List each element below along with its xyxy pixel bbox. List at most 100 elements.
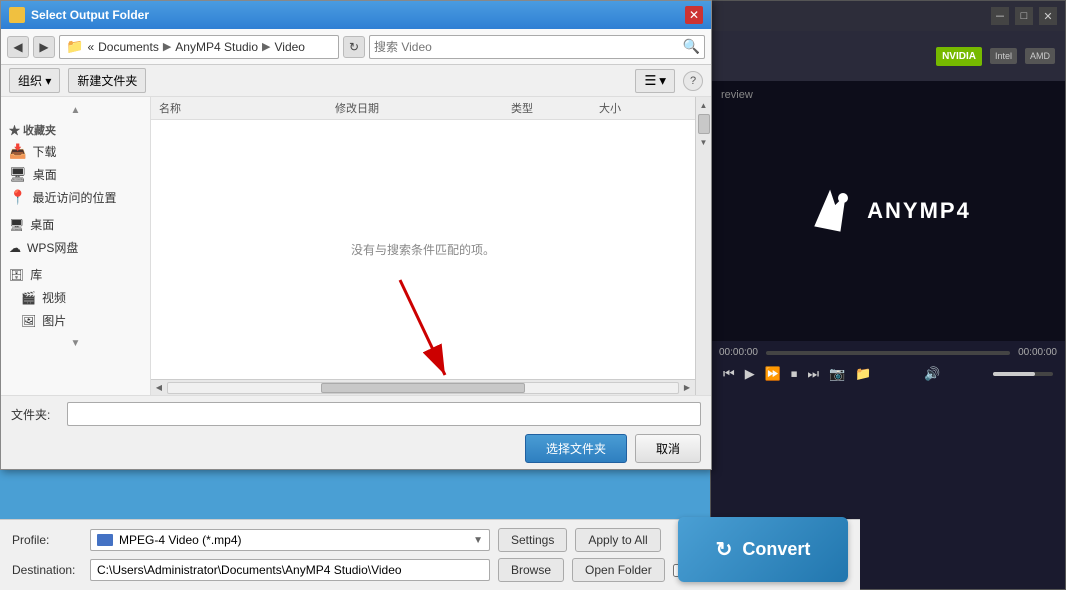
progress-track[interactable] [766,351,1010,355]
breadcrumb-documents: « [87,40,94,54]
library-section: 🗄 库 🎬 视频 🖼 图片 [1,263,150,332]
profile-label: Profile: [12,533,82,547]
play-button[interactable]: ▶ [745,366,755,382]
bottom-bar: Profile: MPEG-4 Video (*.mp4) ▼ Settings… [0,519,860,590]
help-button[interactable]: ? [683,71,703,91]
breadcrumb-part1: Documents [98,40,159,54]
time-end: 00:00:00 [1018,347,1057,358]
scroll-thumb[interactable] [698,114,710,134]
dialog-title-text: Select Output Folder [31,8,679,22]
maximize-button[interactable]: □ [1015,7,1033,25]
fast-forward-button[interactable]: ⏩ [765,366,781,382]
volume-icon: 🔊 [924,366,940,382]
organize-label: 组织 ▾ [18,72,51,89]
refresh-button[interactable]: ↻ [343,36,365,58]
app-titlebar: － □ ✕ [711,1,1065,31]
minimize-button[interactable]: － [991,7,1009,25]
sidebar-wps[interactable]: ☁ WPS网盘 [1,236,150,259]
profile-select[interactable]: MPEG-4 Video (*.mp4) ▼ [90,529,490,551]
time-start: 00:00:00 [719,347,758,358]
view-icon: ☰ [644,73,656,89]
view-dropdown-icon: ▾ [659,73,666,89]
open-folder-btn[interactable]: Open Folder [572,558,665,582]
breadcrumb-sep1: ▶ [163,40,171,53]
volume-track[interactable] [993,372,1053,376]
forward-button[interactable]: ▶ [33,36,55,58]
vertical-scrollbar[interactable]: ▲ ▼ [695,97,711,395]
scroll-down-arrow[interactable]: ▼ [698,136,710,149]
skip-button[interactable]: ⏭ [807,366,819,382]
library-icon: 🗄 [9,268,24,282]
sidebar-scroll-up[interactable]: ▲ [71,105,81,116]
convert-button[interactable]: ↻ Convert [678,517,848,582]
folder-label: 文件夹: [11,406,61,423]
sidebar-desktop2[interactable]: 🖥 桌面 [1,213,150,236]
sidebar-library[interactable]: 🗄 库 [1,263,150,286]
settings-button[interactable]: Settings [498,528,567,552]
dialog-toolbar: ◀ ▶ 📁 « Documents ▶ AnyMP4 Studio ▶ Vide… [1,29,711,65]
back-button[interactable]: ◀ [7,36,29,58]
dialog-close-button[interactable]: ✕ [685,6,703,24]
col-name-header: 名称 [159,100,335,116]
sidebar-item-recent[interactable]: 📍 最近访问的位置 [1,186,150,209]
empty-message: 没有与搜索条件匹配的项。 [151,120,695,379]
profile-dropdown-icon: ▼ [473,535,483,546]
picture-label: 图片 [42,312,66,329]
time-bar: 00:00:00 00:00:00 [719,347,1057,358]
breadcrumb-part3: Video [274,40,304,54]
dialog-title-icon [9,7,25,23]
scroll-up-arrow[interactable]: ▲ [698,99,710,112]
col-date-header: 修改日期 [335,100,511,116]
new-folder-button[interactable]: 新建文件夹 [68,68,146,93]
scroll-left-arrow[interactable]: ◀ [151,380,167,396]
h-scroll-track[interactable] [167,382,679,394]
close-button[interactable]: ✕ [1039,7,1057,25]
picture-icon: 🖼 [21,314,36,328]
scroll-right-arrow[interactable]: ▶ [679,380,695,396]
search-icon[interactable]: 🔍 [683,38,700,55]
logo-icon [805,186,855,236]
dialog-titlebar: Select Output Folder ✕ [1,1,711,29]
ctrl-buttons: ⏮ ▶ ⏩ ⏹ ⏭ 📷 📁 🔊 [719,366,1057,382]
folder-row: 文件夹: [11,402,701,426]
breadcrumb-part2: AnyMP4 Studio [175,40,258,54]
prev-button[interactable]: ⏮ [723,366,735,382]
dialog-content: ▲ ★ 收藏夹 📥 下载 🖥 桌面 📍 最近访问的位置 [1,97,711,395]
sidebar-item-desktop[interactable]: 🖥 桌面 [1,163,150,186]
view-button[interactable]: ☰ ▾ [635,69,675,93]
sidebar-picture[interactable]: 🖼 图片 [1,309,150,332]
convert-icon: ↻ [716,537,733,562]
select-output-folder-dialog: Select Output Folder ✕ ◀ ▶ 📁 « Documents… [0,0,712,470]
search-input[interactable] [374,40,679,54]
organize-button[interactable]: 组织 ▾ [9,68,60,93]
player-controls: 00:00:00 00:00:00 ⏮ ▶ ⏩ ⏹ ⏭ 📷 📁 🔊 [711,341,1065,411]
apply-to-all-button[interactable]: Apply to All [575,528,660,552]
sidebar-scroll-down[interactable]: ▼ [71,338,81,349]
destination-input[interactable] [90,559,490,581]
favorites-label: ★ 收藏夹 [1,118,150,140]
preview-label: review [721,89,753,101]
snapshot-button[interactable]: 📷 [829,366,845,382]
select-folder-button[interactable]: 选择文件夹 [525,434,627,463]
new-folder-label: 新建文件夹 [77,72,137,89]
destination-label: Destination: [12,563,82,577]
file-list-header: 名称 修改日期 类型 大小 [151,97,695,120]
stop-button[interactable]: ⏹ [791,366,798,382]
folder-input[interactable] [67,402,701,426]
browse-button[interactable]: Browse [498,558,564,582]
col-type-header: 类型 [511,100,599,116]
convert-label: Convert [742,539,810,560]
h-scroll-thumb[interactable] [321,383,525,393]
library-label: 库 [30,266,42,283]
sidebar-video[interactable]: 🎬 视频 [1,286,150,309]
open-folder-button[interactable]: 📁 [855,366,871,382]
recent-icon: 📍 [9,189,26,206]
video-label: 视频 [42,289,66,306]
sidebar-item-download[interactable]: 📥 下载 [1,140,150,163]
desktop-icon: 🖥 [9,166,27,183]
cancel-button[interactable]: 取消 [635,434,701,463]
nvidia-badge: NVIDIA [936,47,982,66]
sidebar-item-download-label: 下载 [32,143,56,160]
preview-area: review ANYMP4 [711,81,1065,341]
horizontal-scrollbar[interactable]: ◀ ▶ [151,379,695,395]
